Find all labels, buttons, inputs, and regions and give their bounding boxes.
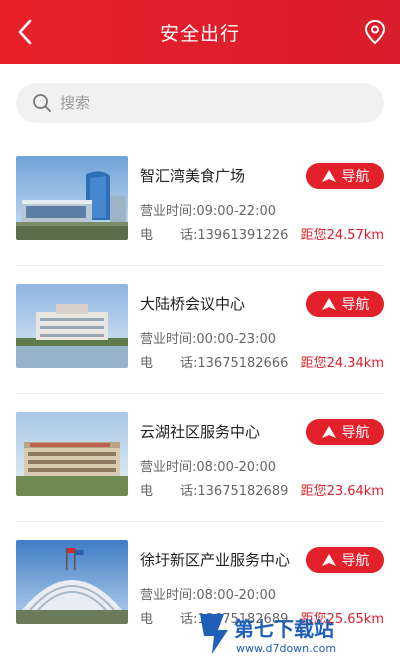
page-title: 安全出行 <box>159 22 240 45</box>
business-hours: 营业时间:00:00-23:00 <box>140 332 276 347</box>
business-hours: 营业时间:09:00-22:00 <box>140 204 276 219</box>
place-name: 云湖社区服务中心 <box>140 423 261 441</box>
navigation-arrow-icon <box>321 554 336 566</box>
distance: 距您24.34km <box>300 356 384 371</box>
phone-label: 电 <box>140 484 154 499</box>
back-button[interactable] <box>10 16 40 48</box>
navigate-button[interactable]: 导航 <box>306 419 384 445</box>
distance: 距您24.57km <box>300 228 384 243</box>
phone-label: 电 <box>140 356 154 371</box>
navigation-arrow-icon <box>321 170 336 182</box>
navigation-arrow-icon <box>321 426 336 438</box>
phone-number[interactable]: 13675182689 <box>197 484 288 499</box>
place-name: 大陆桥会议中心 <box>140 295 246 313</box>
chevron-left-icon <box>18 19 32 45</box>
phone-row: 电 话:13675182689 <box>140 480 288 499</box>
navigate-label: 导航 <box>341 553 370 569</box>
place-name: 徐圩新区产业服务中心 <box>140 551 291 569</box>
phone-number[interactable]: 13961391226 <box>197 228 288 243</box>
location-pin-icon <box>364 19 386 45</box>
location-button[interactable] <box>362 18 388 46</box>
distance: 距您23.64km <box>300 484 384 499</box>
navigate-label: 导航 <box>341 425 370 441</box>
phone-label: 电 <box>140 228 154 243</box>
business-hours: 营业时间:08:00-20:00 <box>140 460 276 475</box>
navigate-label: 导航 <box>341 297 370 313</box>
place-name: 智汇湾美食广场 <box>140 167 246 185</box>
place-list: 智汇湾美食广场 营业时间:09:00-22:00 电话:13961391226 … <box>0 138 400 650</box>
search-input[interactable] <box>60 94 360 112</box>
navigation-arrow-icon <box>321 298 336 310</box>
phone-row: 电 话:13675182666 <box>140 352 288 371</box>
svg-text:第七下载站: 第七下载站 <box>234 617 334 641</box>
navigate-button[interactable]: 导航 <box>306 547 384 573</box>
business-hours: 营业时间:08:00-20:00 <box>140 588 276 603</box>
list-item[interactable]: 智汇湾美食广场 营业时间:09:00-22:00 电话:13961391226 … <box>16 138 384 266</box>
phone-label-suffix: 话: <box>180 356 198 371</box>
phone-number[interactable]: 13675182666 <box>197 356 288 371</box>
place-photo <box>16 156 128 240</box>
navigate-button[interactable]: 导航 <box>306 291 384 317</box>
navigate-label: 导航 <box>341 169 370 185</box>
phone-label: 电 <box>140 612 154 627</box>
place-photo <box>16 412 128 496</box>
svg-text:www.d7down.com: www.d7down.com <box>236 642 336 655</box>
phone-label-suffix: 话: <box>180 228 198 243</box>
phone-row: 电 话:13961391226 <box>140 224 288 243</box>
app-header: 安全出行 <box>0 0 400 64</box>
list-item[interactable]: 云湖社区服务中心 营业时间:08:00-20:00 电 话:13675182689… <box>16 394 384 522</box>
phone-label-suffix: 话: <box>180 484 198 499</box>
place-photo <box>16 284 128 368</box>
site-watermark: 第七下载站 www.d7down.com <box>194 608 394 658</box>
search-bar[interactable] <box>16 83 384 123</box>
navigate-button[interactable]: 导航 <box>306 163 384 189</box>
list-item[interactable]: 大陆桥会议中心 营业时间:00:00-23:00 电话:13675182666 … <box>16 266 384 394</box>
place-photo <box>16 540 128 624</box>
search-icon <box>33 94 51 112</box>
